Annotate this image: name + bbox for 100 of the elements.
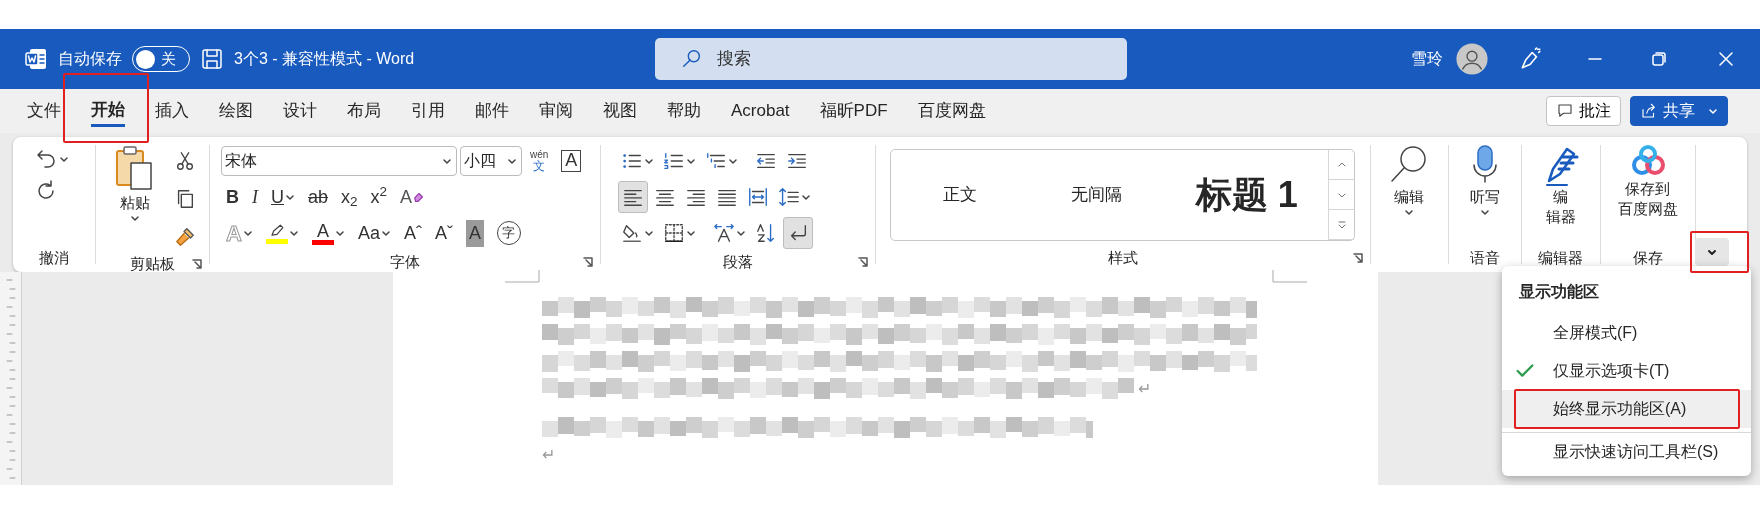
ribbon-tab[interactable]: 布局 <box>347 96 381 126</box>
group-label: 保存 <box>1632 247 1663 268</box>
style-item[interactable]: 正文 <box>891 150 1029 240</box>
dictate-button[interactable]: 听写 <box>1465 143 1504 244</box>
strikethrough-button[interactable]: ab <box>303 181 334 213</box>
caret-icon <box>242 228 253 238</box>
paragraph-mark: ↵ <box>542 446 555 463</box>
caret-icon <box>644 228 654 238</box>
word-icon <box>24 47 48 71</box>
caret-icon <box>686 156 696 166</box>
menu-item[interactable]: 始终显示功能区(A) <box>1502 390 1751 428</box>
crop-mark-icon <box>1271 270 1307 284</box>
paintbrush-icon <box>174 226 196 248</box>
ribbon-tab[interactable]: 百度网盘 <box>917 96 986 126</box>
dialog-launcher-icon[interactable] <box>582 256 594 269</box>
share-icon <box>1640 102 1658 120</box>
numbered-list-icon <box>663 150 685 172</box>
user-name: 雪玲 <box>1411 49 1443 69</box>
font-size-field[interactable]: 小四 <box>460 146 522 176</box>
font-format-button[interactable]: Aˆ <box>398 217 427 249</box>
group-label: 撤消 <box>39 247 69 268</box>
phonetic-guide-button[interactable]: wén 文 <box>525 145 554 177</box>
ribbon-tab[interactable]: 福昕PDF <box>819 96 888 126</box>
arrows-icon <box>713 222 735 244</box>
font-format-button[interactable]: Aˇ <box>429 217 458 249</box>
share-button[interactable]: 共享 <box>1630 96 1728 126</box>
group-label: 语音 <box>1469 247 1500 268</box>
menu-item[interactable]: 仅显示选项卡(T) <box>1502 352 1751 390</box>
ribbon-tab[interactable]: 开始 <box>91 94 125 128</box>
document-title: 3个3 - 兼容性模式 - Word <box>234 49 415 69</box>
line-spacing-icon <box>778 186 800 208</box>
caret-icon <box>285 192 295 202</box>
group-label: 编辑器 <box>1538 247 1583 268</box>
font-format-button[interactable]: Aa <box>352 217 396 249</box>
paint-bucket-icon <box>621 222 643 244</box>
group-label: 样式 <box>1107 247 1138 268</box>
ribbon-tab[interactable]: 帮助 <box>667 96 701 126</box>
caret-icon <box>736 228 746 238</box>
font-color-button[interactable]: A <box>306 217 350 249</box>
speech-bubble-icon <box>1556 102 1574 120</box>
save-icon[interactable] <box>200 47 224 71</box>
underline-button[interactable]: U <box>266 181 300 213</box>
ribbon-tab[interactable]: 插入 <box>155 96 189 126</box>
dialog-launcher-icon[interactable] <box>857 256 869 269</box>
font-name-field[interactable]: 宋体 <box>221 146 457 176</box>
group-label: 剪贴板 <box>129 254 175 274</box>
group-label: 段落 <box>722 252 753 272</box>
paste-button[interactable]: 粘贴 <box>109 143 161 253</box>
caret-icon <box>288 228 299 238</box>
align-left-button[interactable] <box>618 181 648 213</box>
eraser-icon <box>413 191 426 203</box>
menu-item[interactable]: 全屏模式(F) <box>1502 314 1751 352</box>
style-item[interactable]: 标题 1 <box>1165 150 1328 240</box>
avatar-icon[interactable] <box>1455 42 1489 76</box>
sort-icon <box>755 222 777 244</box>
ribbon-tab[interactable]: 绘图 <box>219 96 253 126</box>
group-label: 字体 <box>389 252 420 272</box>
ribbon-tab[interactable]: 审阅 <box>539 96 573 126</box>
italic-button[interactable]: I <box>247 181 263 213</box>
comment-button[interactable]: 批注 <box>1546 96 1621 126</box>
menu-item[interactable]: 显示快速访问工具栏(S) <box>1502 432 1751 470</box>
font-format-button[interactable]: x$_{2}$ <box>336 181 363 213</box>
caret-icon <box>686 228 696 238</box>
ribbon-tab[interactable]: 引用 <box>411 96 445 126</box>
paragraph-mark: ↵ <box>1138 380 1151 397</box>
search-field[interactable]: 搜索 <box>655 38 1127 80</box>
dialog-launcher-icon[interactable] <box>191 258 203 271</box>
caret-icon <box>801 192 811 202</box>
undo-icon <box>34 147 58 171</box>
ribbon-tab[interactable]: Acrobat <box>731 96 790 126</box>
caret-icon <box>380 228 391 238</box>
character-border-button[interactable]: A <box>556 145 587 177</box>
collapse-ribbon-button[interactable] <box>1695 238 1729 266</box>
autosave-label: 自动保存 <box>58 49 122 69</box>
caret-icon <box>507 156 517 166</box>
bold-button[interactable]: B <box>221 181 244 213</box>
caret-icon <box>334 228 345 238</box>
caret-icon <box>1708 106 1718 116</box>
distributed-icon <box>747 186 769 208</box>
ribbon-tab[interactable]: 设计 <box>283 96 317 126</box>
clear-formatting-button[interactable]: A <box>395 181 431 213</box>
font-format-button[interactable]: x$^{2}$ <box>365 181 393 213</box>
ribbon-tab[interactable]: 视图 <box>603 96 637 126</box>
caret-icon <box>644 156 654 166</box>
caret-icon <box>728 156 738 166</box>
caret-icon <box>59 154 69 164</box>
caret-icon <box>442 156 452 166</box>
style-item[interactable]: 无间隔 <box>1028 150 1166 240</box>
ribbon-tab[interactable]: 文件 <box>27 96 61 126</box>
save-to-cloud-button[interactable]: 保存到 百度网盘 <box>1613 143 1682 244</box>
search-icon <box>681 48 703 70</box>
menu-heading: 显示功能区 <box>1518 282 1600 302</box>
borders-icon <box>663 222 685 244</box>
editor-button[interactable]: 编 辑器 <box>1536 143 1585 244</box>
ribbon-tab[interactable]: 邮件 <box>475 96 509 126</box>
find-button[interactable]: 编辑 <box>1383 143 1435 244</box>
crop-mark-icon <box>505 270 541 284</box>
scissors-icon <box>174 150 196 172</box>
marks-button[interactable] <box>783 217 813 249</box>
dialog-launcher-icon[interactable] <box>1352 252 1364 264</box>
